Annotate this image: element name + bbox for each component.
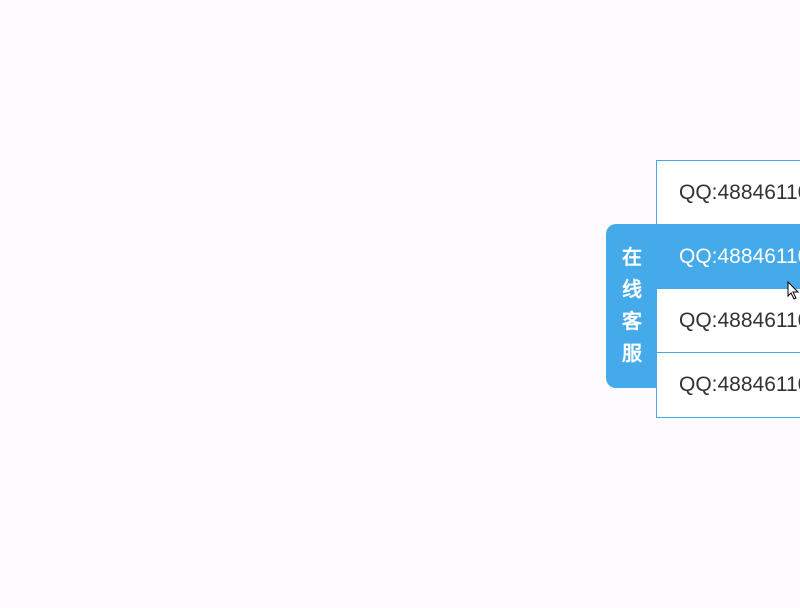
tab-char: 服 bbox=[622, 338, 642, 370]
contact-item[interactable]: QQ:488461100 bbox=[657, 353, 800, 417]
service-tab[interactable]: 在 线 客 服 bbox=[606, 224, 656, 388]
tab-char: 客 bbox=[622, 306, 642, 338]
contact-list: QQ:488461100 QQ:488461100 QQ:488461100 Q… bbox=[656, 160, 800, 418]
contact-item[interactable]: QQ:488461100 bbox=[657, 225, 800, 289]
contact-item[interactable]: QQ:488461100 bbox=[657, 289, 800, 353]
tab-char: 在 bbox=[622, 242, 642, 274]
contact-item[interactable]: QQ:488461100 bbox=[657, 161, 800, 225]
customer-service-widget: 在 线 客 服 QQ:488461100 QQ:488461100 QQ:488… bbox=[606, 160, 800, 418]
tab-char: 线 bbox=[622, 274, 642, 306]
